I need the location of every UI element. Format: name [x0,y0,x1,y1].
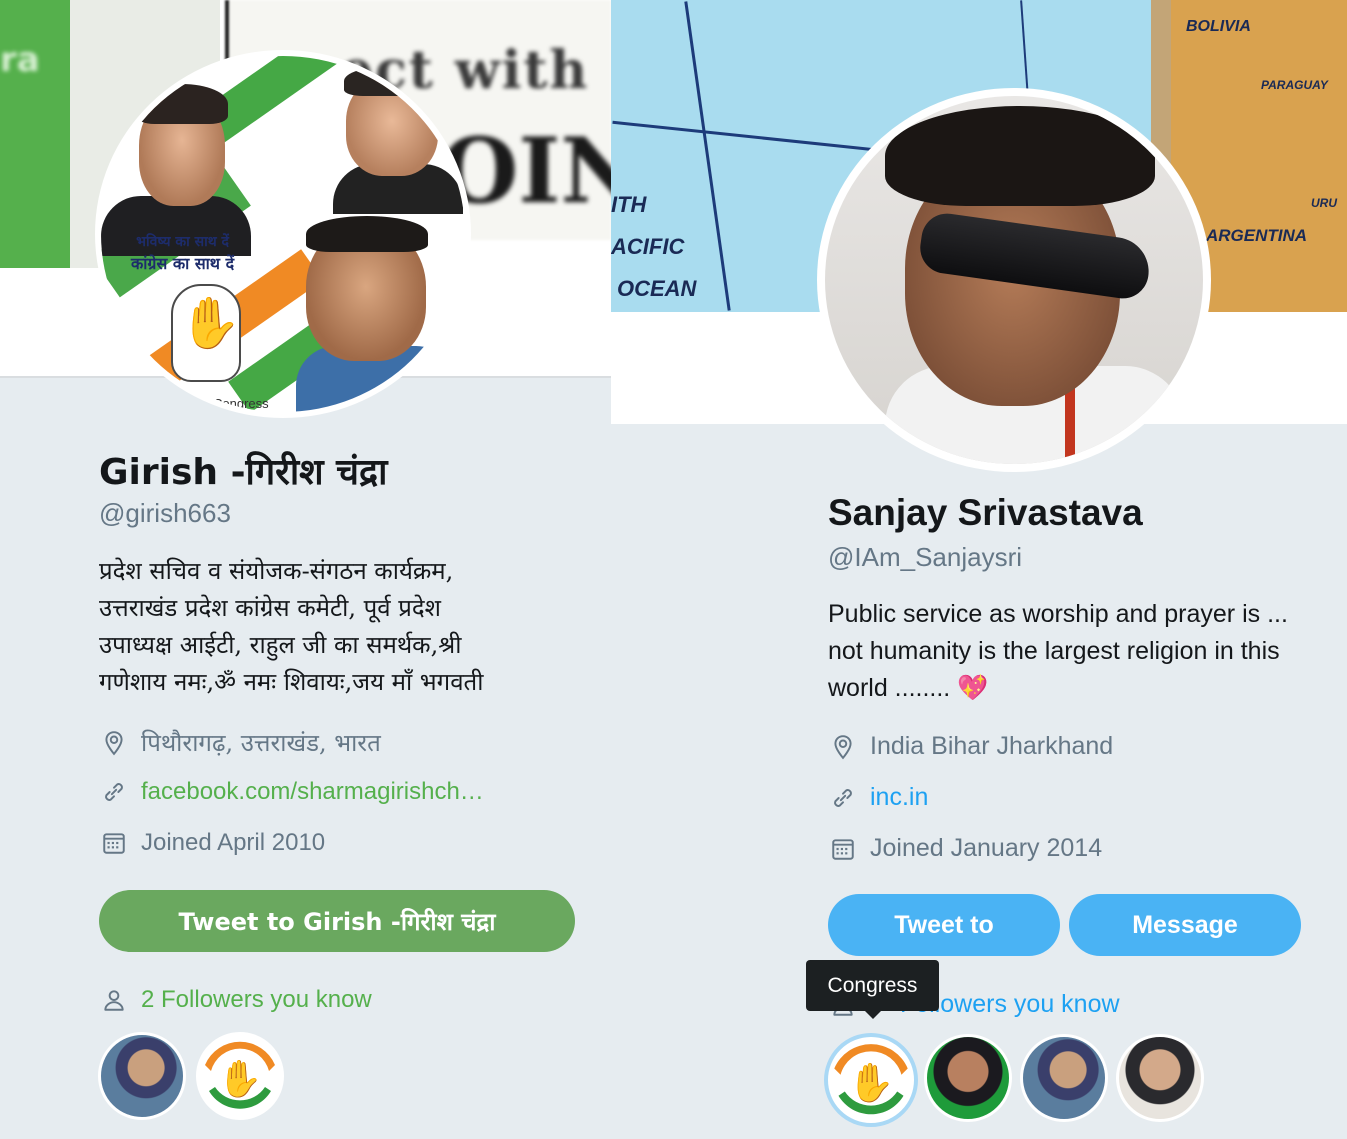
profile-location: पिथौरागढ़, उत्तराखंड, भारत [101,726,381,759]
poster-congress-label: Congress [213,396,269,411]
map-label: BOLIVIA [1186,18,1251,35]
tweet-to-button[interactable]: Tweet to [828,894,1060,956]
profile-name[interactable]: Sanjay Srivastava [828,492,1143,534]
poster-hair-1 [136,84,228,124]
bio-line: उत्तराखंड प्रदेश कांग्रेस कमेटी, पूर्व प… [99,594,441,622]
tooltip: Congress [806,960,939,1019]
bio-line: गणेशाय नमः,ॐ नमः शिवायः,जय माँ भगवती [99,668,484,696]
tweet-to-button[interactable]: Tweet to Girish -गिरीश चंद्रा [99,890,575,952]
follower-avatar-congress[interactable]: ✋ [824,1033,918,1127]
map-label: OCEAN [617,276,697,301]
location-pin-icon [101,730,127,756]
map-gridline [684,1,731,311]
profile-joined: Joined January 2014 [830,834,1102,863]
bio-line: not humanity is the largest religion in … [828,637,1280,665]
left-profile-card: ra ect with OIN भविष्य का साथ दें कांग्र… [0,0,611,1139]
person-icon [101,987,127,1013]
avatar-shirt-stripe [1065,386,1075,464]
message-button[interactable]: Message [1069,894,1301,956]
poster-slogan-line-2: कांग्रेस का साथ दें [131,254,235,273]
location-pin-icon [830,734,856,760]
bio-line: world ........ 💖 [828,674,989,702]
poster-hair-2 [344,66,440,96]
profile-website[interactable]: inc.in [830,783,928,812]
congress-hand-logo [171,284,241,382]
profile-website[interactable]: facebook.com/sharmagirishch… [101,778,484,806]
poster-slogan-line-1: भविष्य का साथ दें [136,234,229,250]
svg-text:✋: ✋ [218,1058,263,1100]
avatar-hair [885,106,1155,206]
profile-bio: प्रदेश सचिव व संयोजक-संगठन कार्यक्रम, उत… [99,553,483,701]
avatar-image [825,96,1203,464]
bio-line: प्रदेश सचिव व संयोजक-संगठन कार्यक्रम, [99,557,454,585]
link-icon [830,785,856,811]
profile-name[interactable]: Girish -गिरीश चंद्रा [99,446,387,495]
followers-you-know[interactable]: 2 Followers you know [101,986,372,1014]
poster-hair-3 [306,216,428,252]
website-link[interactable]: facebook.com/sharmagirishch… [141,778,484,806]
website-link[interactable]: inc.in [870,783,928,812]
profile-joined: Joined April 2010 [101,829,325,857]
bio-line: उपाध्यक्ष आईटी, राहुल जी का समर्थक,श्री [99,631,462,659]
follower-avatar[interactable] [1020,1034,1108,1122]
location-text: पिथौरागढ़, उत्तराखंड, भारत [141,729,381,757]
avatar[interactable]: भविष्य का साथ दें कांग्रेस का साथ दें Co… [95,50,471,418]
right-profile-card: BOLIVIA PARAGUAY URU ARGENTINA ITH ACIFI… [611,0,1347,1139]
profile-bio: Public service as worship and prayer is … [828,596,1288,707]
profile-location: India Bihar Jharkhand [830,732,1113,761]
map-label: ARGENTINA [1206,226,1308,245]
congress-hand-logo: ✋ [829,1038,913,1122]
follower-avatar-congress[interactable]: ✋ [196,1032,284,1120]
calendar-icon [101,830,127,856]
link-icon [101,779,127,805]
profile-handle[interactable]: @girish663 [99,498,231,529]
follower-avatar[interactable] [98,1032,186,1120]
banner-text-fragment-left: ra [0,40,40,80]
map-label: PARAGUAY [1261,78,1328,92]
joined-date: Joined April 2010 [141,829,326,856]
map-label: URU [1311,196,1337,210]
follower-avatar[interactable] [1116,1034,1204,1122]
congress-hand-logo: ✋ [200,1036,280,1116]
svg-text:✋: ✋ [847,1061,894,1105]
joined-date: Joined January 2014 [870,834,1103,862]
location-text: India Bihar Jharkhand [870,732,1114,760]
profile-handle[interactable]: @IAm_Sanjaysri [828,542,1022,573]
avatar[interactable] [817,88,1211,472]
poster-slogan: भविष्य का साथ दें कांग्रेस का साथ दें [131,231,234,275]
avatar-image: भविष्य का साथ दें कांग्रेस का साथ दें Co… [101,56,465,412]
follower-avatar[interactable] [924,1034,1012,1122]
map-label: ITH [611,192,647,217]
calendar-icon [830,836,856,862]
map-label: ACIFIC [611,234,685,259]
followers-you-know-link[interactable]: 2 Followers you know [141,986,372,1014]
bio-line: Public service as worship and prayer is … [828,600,1288,628]
